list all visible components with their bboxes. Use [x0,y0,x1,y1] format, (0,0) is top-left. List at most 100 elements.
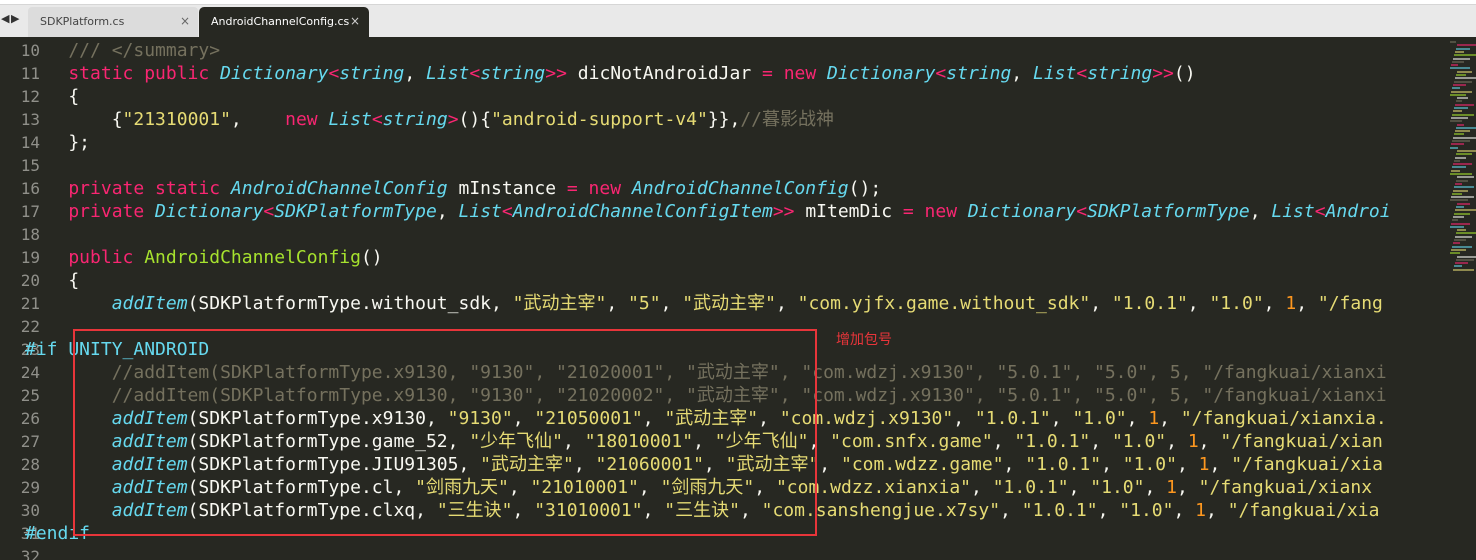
code-token: , [1209,454,1232,475]
minimap-line [1451,222,1470,225]
minimap-line [1451,64,1458,67]
code-token: AndroidChannelConfig [144,247,361,268]
code-token: "1.0" [1090,477,1145,498]
code-token: = [566,178,578,199]
code-token: "1.0.1" [992,477,1069,498]
code-token: , [953,408,975,429]
code-line[interactable]: }; [25,131,90,154]
code-line[interactable]: public AndroidChannelConfig() [25,246,383,269]
code-token: >> [545,63,567,84]
code-token: "com.yjfx.game.without_sdk" [797,293,1091,314]
minimap-line [1456,206,1464,208]
code-token: , [775,293,798,314]
code-token: 1 [1198,454,1210,475]
code-token: "5" [628,293,661,314]
code-token: < [1076,201,1088,222]
code-token: "武动主宰" [512,293,607,314]
minimap-line [1455,156,1466,159]
code-token: /// </summary> [25,40,221,61]
code-token: , [1097,500,1120,521]
code-token: List [458,201,502,222]
code-token: }}, [707,109,741,130]
minimap-line [1452,113,1474,116]
minimap-line [1456,100,1462,103]
annotation-label: 增加包号 [836,332,892,348]
code-line[interactable]: /// </summary> [25,39,220,62]
minimap-line [1452,166,1466,169]
code-token: () [360,247,383,268]
code-line[interactable]: {"21310001", new List<string>(){"android… [25,108,834,131]
minimap-line [1455,209,1476,212]
code-token: , [436,201,459,222]
minimap-line [1451,116,1468,119]
minimap-line [1454,54,1476,57]
line-number: 32 [20,547,40,560]
code-token: , [1176,454,1199,475]
code-token: "1.0" [1072,408,1127,429]
code-token: AndroidChannelConfig [631,178,849,199]
code-token: , [1159,408,1181,429]
code-token: dicNotAndroidJar [566,63,763,84]
close-icon[interactable]: × [180,14,190,28]
code-token: "1.0" [1119,500,1174,521]
tab-androidchannelconfig[interactable]: AndroidChannelConfig.cs × [199,7,369,37]
line-number: 15 [20,156,40,175]
minimap-line [1453,110,1462,113]
code-token: = [762,63,773,84]
tab-scroll-right-icon[interactable]: ▶ [11,12,19,25]
code-token: new [577,178,632,199]
minimap-line [1453,83,1466,86]
code-token: Dictionary [155,201,264,222]
code-token: (SDKPlatformType.without_sdk, [187,293,513,314]
code-token: string [339,63,405,84]
code-token: //暮影战神 [740,109,835,130]
code-token: < [501,201,513,222]
minimap-line [1451,196,1474,199]
code-token: Dictionary [220,63,329,84]
code-token: new [772,63,828,84]
code-token: "1.0.1" [1025,454,1102,475]
code-line[interactable]: static public Dictionary<string, List<st… [25,62,1195,85]
code-token: Androi [1325,201,1391,222]
code-token: "1.0" [1111,431,1167,452]
code-token: , [1144,477,1167,498]
code-token: , [606,293,629,314]
code-token: < [1076,63,1088,84]
minimap-line [1453,136,1476,139]
code-token: AndroidChannelConfigItem [512,201,773,222]
code-line[interactable]: { [25,85,79,108]
code-token: , [1126,408,1149,429]
code-token: , [1296,293,1318,314]
minimap-line [1453,57,1470,60]
tab-nav-arrows[interactable]: ◀ ▶ [0,12,22,28]
tab-sdkplatform[interactable]: SDKPlatform.cs × [28,7,198,37]
code-line[interactable]: private Dictionary<SDKPlatformType, List… [25,200,1391,223]
code-token: , [1068,477,1091,498]
minimap-line [1453,215,1464,218]
code-token: new [913,201,968,222]
minimap-line [1450,225,1464,228]
minimap[interactable] [1448,37,1476,560]
code-token: string [480,63,546,84]
minimap-line [1453,189,1468,192]
tab-scroll-left-icon[interactable]: ◀ [1,12,9,25]
code-token: "/fangkuai/xianx [1198,477,1373,498]
minimap-line [1450,146,1458,149]
code-token: "1.0.1" [1014,431,1091,452]
minimap-line [1452,140,1470,142]
minimap-line [1454,186,1474,189]
code-token: (){ [458,109,492,130]
close-icon[interactable]: × [350,14,360,28]
code-token: 1 [1187,431,1199,452]
code-token: new [285,109,329,130]
code-token: , [660,293,683,314]
code-token: , [1198,431,1221,452]
code-token: , [1050,408,1073,429]
code-token: , [1263,293,1286,314]
code-line[interactable]: private static AndroidChannelConfig mIns… [25,177,881,200]
code-line[interactable]: addItem(SDKPlatformType.without_sdk, "武动… [25,292,1383,315]
code-line[interactable]: { [25,269,79,292]
code-token: List [328,109,372,130]
code-token: string [382,109,448,130]
tab-label: SDKPlatform.cs [40,15,125,28]
